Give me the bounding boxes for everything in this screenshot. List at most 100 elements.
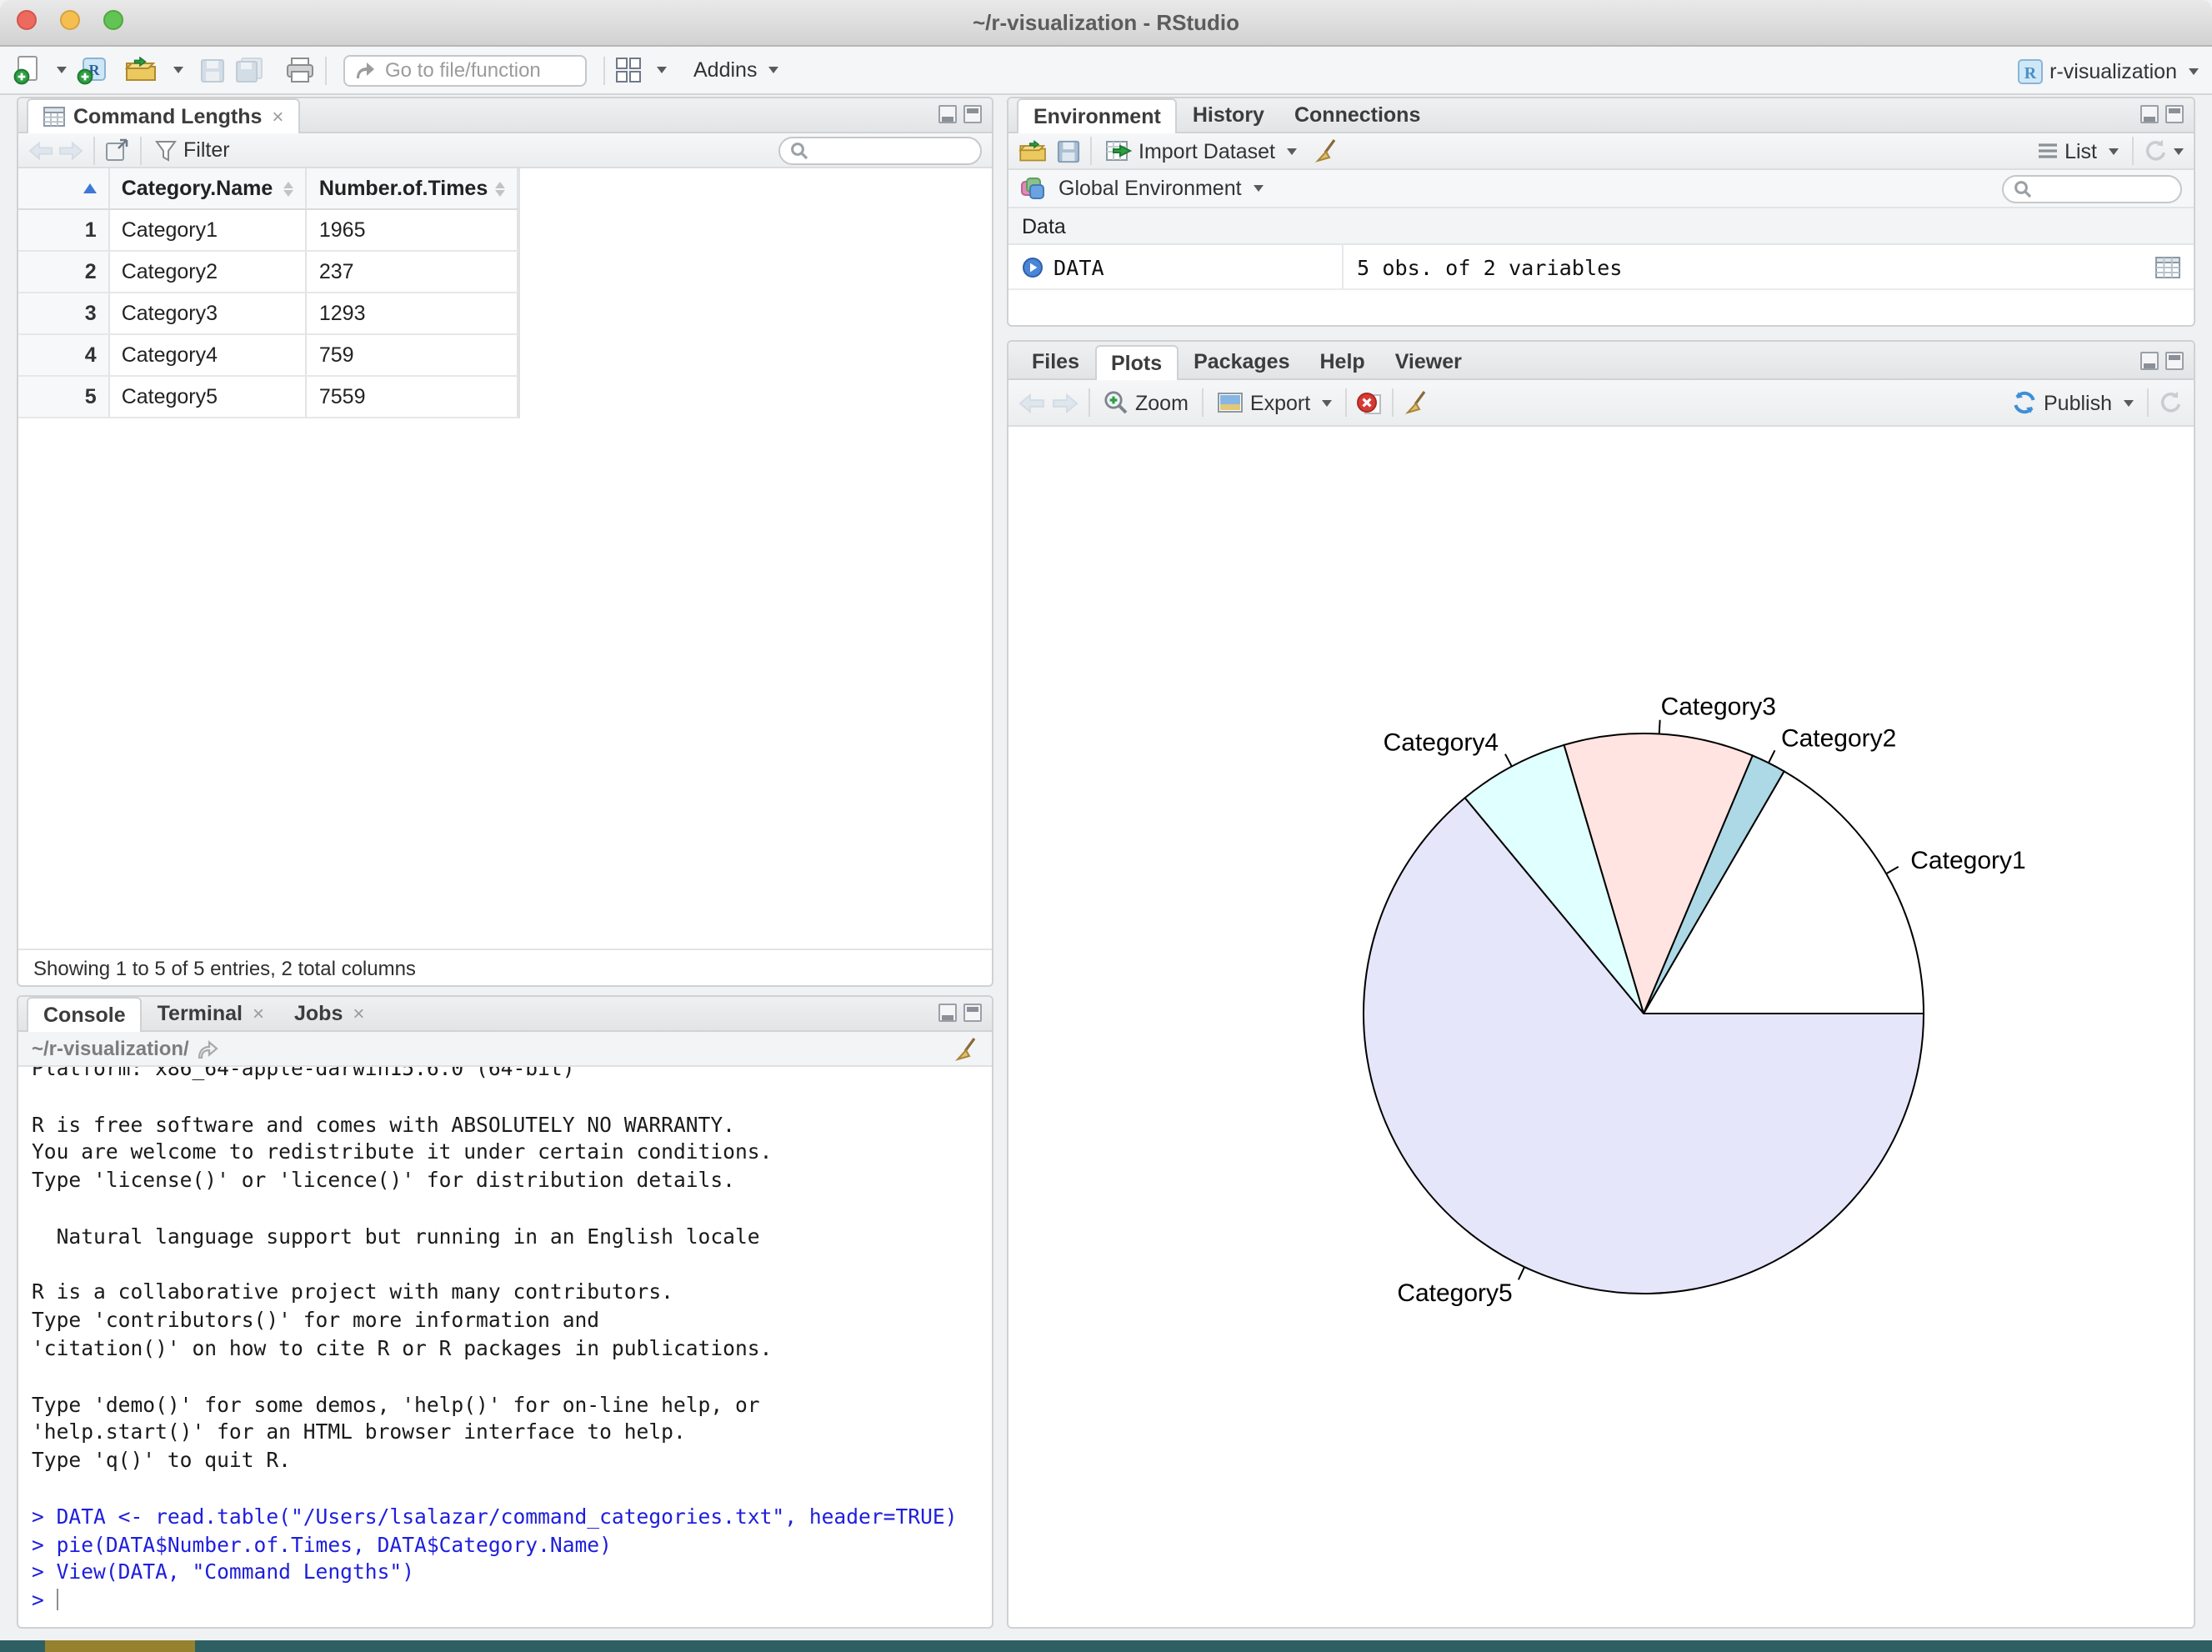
save-workspace-icon[interactable] — [1057, 139, 1080, 163]
console-input-line: > — [32, 1587, 978, 1615]
sort-arrows-icon — [488, 181, 505, 196]
tab-environment[interactable]: Environment — [1017, 98, 1178, 133]
table-cell: Category5 — [110, 377, 308, 417]
tab-command-lengths[interactable]: Command Lengths × — [27, 98, 301, 133]
clear-environment-broom-icon[interactable] — [1314, 138, 1339, 163]
import-dataset-button[interactable]: Import Dataset — [1102, 139, 1300, 163]
tab-packages[interactable]: Packages — [1179, 345, 1304, 378]
maximize-pane-icon[interactable] — [2165, 352, 2184, 370]
view-object-grid-icon[interactable] — [2155, 256, 2180, 278]
pane-layout-caret-icon[interactable] — [657, 67, 667, 73]
project-caret-icon — [2189, 68, 2199, 74]
environment-search-box[interactable] — [2002, 174, 2182, 203]
export-plot-button[interactable]: Export — [1214, 391, 1335, 414]
maximize-pane-icon[interactable] — [963, 105, 982, 123]
tab-jobs[interactable]: Jobs × — [279, 997, 379, 1030]
project-menu[interactable]: R r-visualization — [2016, 47, 2199, 95]
maximize-pane-icon[interactable] — [2165, 105, 2184, 123]
maximize-pane-icon[interactable] — [963, 1004, 982, 1022]
expand-object-icon[interactable] — [1022, 256, 1043, 278]
goto-arrow-icon — [353, 60, 375, 80]
share-arrow-icon[interactable] — [198, 1039, 219, 1058]
environment-toolbar: Import Dataset List — [1008, 133, 2194, 170]
print-icon[interactable] — [285, 57, 315, 83]
minimize-pane-icon[interactable] — [938, 105, 957, 123]
minimize-pane-icon[interactable] — [938, 1004, 957, 1022]
open-file-caret-icon[interactable] — [173, 67, 183, 73]
zoom-window-button[interactable] — [103, 10, 123, 30]
console-body[interactable]: Platform: x86_64-apple-darwin15.6.0 (64-… — [18, 1067, 992, 1627]
goto-file-input[interactable] — [382, 57, 577, 83]
list-view-caret-icon — [2109, 148, 2119, 154]
pie-label-tick — [1768, 749, 1776, 763]
viewer-search-box[interactable] — [778, 136, 982, 164]
column-header-category-name[interactable]: Category.Name — [110, 168, 308, 208]
goto-file-box[interactable] — [343, 54, 587, 86]
filter-button[interactable]: Filter — [152, 138, 233, 162]
environment-search-input[interactable] — [2039, 177, 2170, 200]
pie-label-tick — [1658, 719, 1661, 734]
close-icon[interactable]: × — [353, 1002, 364, 1025]
minimize-pane-icon[interactable] — [2140, 105, 2159, 123]
table-row[interactable]: 2 Category2 237 — [18, 252, 518, 293]
tab-console[interactable]: Console — [27, 997, 143, 1032]
addins-menu[interactable]: Addins — [690, 58, 782, 82]
previous-plot-icon[interactable] — [1018, 393, 1045, 413]
clear-console-broom-icon[interactable] — [953, 1036, 978, 1061]
plots-toolbar: Zoom Export Publish — [1008, 380, 2194, 427]
refresh-icon[interactable] — [2144, 138, 2169, 163]
console-output-line: You are welcome to redistribute it under… — [32, 1140, 773, 1164]
tab-viewer[interactable]: Viewer — [1380, 345, 1477, 378]
popout-icon[interactable] — [105, 138, 130, 162]
text-cursor — [56, 1589, 59, 1611]
tab-help[interactable]: Help — [1305, 345, 1380, 378]
close-window-button[interactable] — [17, 10, 37, 30]
rownum-header[interactable] — [18, 168, 110, 208]
tab-terminal[interactable]: Terminal × — [143, 997, 279, 1030]
tab-history[interactable]: History — [1178, 98, 1279, 132]
remove-plot-icon[interactable] — [1357, 390, 1382, 415]
refresh-caret-icon[interactable] — [2174, 148, 2184, 154]
pane-layout-icon[interactable] — [615, 57, 642, 83]
zoom-plot-button[interactable]: Zoom — [1100, 390, 1192, 415]
table-row[interactable]: 1 Category1 1965 — [18, 210, 518, 252]
table-row[interactable]: 4 Category4 759 — [18, 335, 518, 377]
console-input-line: > pie(DATA$Number.of.Times, DATA$Categor… — [32, 1533, 612, 1557]
viewer-search-input[interactable] — [815, 138, 970, 162]
column-label: Category.Name — [121, 177, 273, 200]
tab-connections[interactable]: Connections — [1279, 98, 1435, 132]
table-cell: 7559 — [308, 377, 518, 417]
save-all-icon[interactable] — [235, 57, 265, 83]
save-icon[interactable] — [200, 58, 225, 83]
console-output-line: Platform: x86_64-apple-darwin15.6.0 (64-… — [32, 1067, 575, 1080]
dock-item — [45, 1640, 195, 1652]
table-row[interactable]: 3 Category3 1293 — [18, 293, 518, 335]
load-workspace-icon[interactable] — [1018, 139, 1048, 163]
table-row[interactable]: 5 Category5 7559 — [18, 377, 518, 418]
minimize-pane-icon[interactable] — [2140, 352, 2159, 370]
next-plot-icon[interactable] — [1052, 393, 1078, 413]
import-dataset-icon — [1105, 140, 1132, 162]
new-project-icon[interactable]: R — [77, 55, 108, 85]
forward-icon[interactable] — [58, 141, 83, 159]
list-view-button[interactable]: List — [2033, 139, 2122, 163]
publish-caret-icon — [2124, 399, 2134, 406]
publish-button[interactable]: Publish — [2009, 390, 2137, 415]
environment-object-row[interactable]: DATA 5 obs. of 2 variables — [1008, 245, 2194, 290]
tab-files[interactable]: Files — [1017, 345, 1094, 378]
viewer-toolbar: Filter — [18, 133, 992, 168]
back-icon[interactable] — [28, 141, 53, 159]
new-file-caret-icon[interactable] — [57, 67, 67, 73]
close-icon[interactable]: × — [272, 105, 283, 128]
tab-plots[interactable]: Plots — [1094, 345, 1179, 380]
minimize-window-button[interactable] — [60, 10, 80, 30]
new-file-icon[interactable] — [13, 55, 42, 85]
clear-all-plots-broom-icon[interactable] — [1404, 390, 1429, 415]
open-file-icon[interactable] — [125, 57, 158, 83]
close-icon[interactable]: × — [253, 1002, 264, 1025]
refresh-plot-icon[interactable] — [2159, 390, 2184, 415]
plot-area: Category1 Category2 Category3 Category4 Cate… — [1008, 427, 2194, 1627]
environment-scope-selector[interactable]: Global Environment — [1055, 177, 1267, 200]
column-header-number-of-times[interactable]: Number.of.Times — [308, 168, 518, 208]
